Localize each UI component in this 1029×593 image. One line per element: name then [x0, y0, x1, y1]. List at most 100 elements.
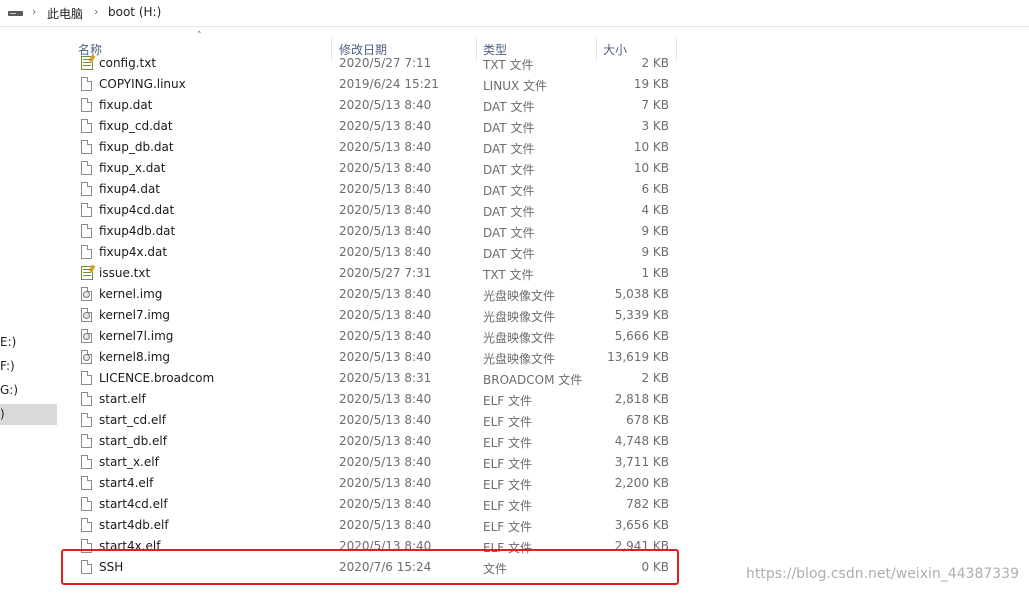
file-row[interactable]: start4.elf 2020/5/13 8:40 ELF 文件 2,200 KB: [76, 473, 678, 494]
file-size: 4 KB: [641, 203, 669, 217]
file-name: fixup4x.dat: [99, 245, 168, 259]
file-row[interactable]: kernel7.img 2020/5/13 8:40 光盘映像文件 5,339 KB: [76, 305, 678, 326]
sort-ascending-icon: ˄: [197, 31, 202, 41]
file-name: issue.txt: [99, 266, 151, 280]
file-icon: [81, 77, 93, 92]
file-row[interactable]: config.txt 2020/5/27 7:11 TXT 文件 2 KB: [76, 53, 678, 74]
breadcrumb-boot-drive[interactable]: boot (H:): [108, 5, 161, 19]
chevron-right-icon[interactable]: ›: [94, 5, 98, 18]
file-modified: 2020/5/13 8:40: [339, 413, 432, 427]
file-modified: 2020/5/27 7:11: [339, 56, 432, 70]
file-size: 5,038 KB: [614, 287, 669, 301]
file-row[interactable]: fixup_cd.dat 2020/5/13 8:40 DAT 文件 3 KB: [76, 116, 678, 137]
file-icon: [81, 434, 93, 449]
file-name: config.txt: [99, 56, 157, 70]
file-modified: 2020/5/27 7:31: [339, 266, 432, 280]
file-row[interactable]: fixup4.dat 2020/5/13 8:40 DAT 文件 6 KB: [76, 179, 678, 200]
file-modified: 2020/5/13 8:40: [339, 287, 432, 301]
nav-item-drive-e[interactable]: E:): [0, 332, 57, 353]
disc-image-icon: [81, 350, 93, 365]
file-type: ELF 文件: [483, 499, 532, 513]
disc-image-icon: [81, 287, 93, 302]
file-row[interactable]: start_x.elf 2020/5/13 8:40 ELF 文件 3,711 KB: [76, 452, 678, 473]
file-icon: [81, 161, 93, 176]
file-type: LINUX 文件: [483, 79, 548, 93]
file-type: ELF 文件: [483, 394, 532, 408]
file-name: kernel.img: [99, 287, 163, 301]
file-icon: [81, 518, 93, 533]
file-size: 3 KB: [641, 119, 669, 133]
file-row[interactable]: kernel7l.img 2020/5/13 8:40 光盘映像文件 5,666 KB: [76, 326, 678, 347]
file-size: 19 KB: [633, 77, 669, 91]
file-name: LICENCE.broadcom: [99, 371, 215, 385]
file-size: 3,656 KB: [614, 518, 669, 532]
file-size: 2 KB: [641, 56, 669, 70]
file-row[interactable]: start.elf 2020/5/13 8:40 ELF 文件 2,818 KB: [76, 389, 678, 410]
file-modified: 2020/5/13 8:40: [339, 224, 432, 238]
file-row[interactable]: start4cd.elf 2020/5/13 8:40 ELF 文件 782 KB: [76, 494, 678, 515]
file-modified: 2020/5/13 8:40: [339, 119, 432, 133]
file-name: COPYING.linux: [99, 77, 186, 91]
file-type: ELF 文件: [483, 520, 532, 534]
file-size: 678 KB: [626, 413, 669, 427]
file-row[interactable]: COPYING.linux 2019/6/24 15:21 LINUX 文件 19 K…: [76, 74, 678, 95]
file-name: fixup.dat: [99, 98, 153, 112]
breadcrumb-this-pc[interactable]: 此电脑: [47, 5, 83, 22]
file-size: 10 KB: [633, 161, 669, 175]
file-row[interactable]: fixup_db.dat 2020/5/13 8:40 DAT 文件 10 KB: [76, 137, 678, 158]
nav-item-drive-h[interactable]: ): [0, 404, 57, 425]
file-icon: [81, 392, 93, 407]
file-modified: 2020/5/13 8:40: [339, 497, 432, 511]
file-row[interactable]: fixup_x.dat 2020/5/13 8:40 DAT 文件 10 KB: [76, 158, 678, 179]
nav-item-drive-f[interactable]: F:): [0, 356, 57, 377]
file-type: ELF 文件: [483, 436, 532, 450]
file-name: fixup4cd.dat: [99, 203, 175, 217]
file-row[interactable]: fixup.dat 2020/5/13 8:40 DAT 文件 7 KB: [76, 95, 678, 116]
file-row[interactable]: start4db.elf 2020/5/13 8:40 ELF 文件 3,656 KB: [76, 515, 678, 536]
text-file-icon: [81, 264, 96, 281]
file-size: 4,748 KB: [614, 434, 669, 448]
file-row[interactable]: fixup4db.dat 2020/5/13 8:40 DAT 文件 9 KB: [76, 221, 678, 242]
file-size: 7 KB: [641, 98, 669, 112]
file-size: 2,200 KB: [614, 476, 669, 490]
file-type: 光盘映像文件: [483, 331, 556, 345]
file-name: start_cd.elf: [99, 413, 166, 427]
text-file-icon: [81, 54, 96, 71]
file-icon: [81, 497, 93, 512]
file-row[interactable]: fixup4cd.dat 2020/5/13 8:40 DAT 文件 4 KB: [76, 200, 678, 221]
file-name: start_db.elf: [99, 434, 167, 448]
file-row[interactable]: start_cd.elf 2020/5/13 8:40 ELF 文件 678 KB: [76, 410, 678, 431]
file-type: DAT 文件: [483, 247, 535, 261]
file-row[interactable]: LICENCE.broadcom 2020/5/13 8:31 BROADCOM 文…: [76, 368, 678, 389]
file-size: 2 KB: [641, 371, 669, 385]
file-name: fixup4.dat: [99, 182, 161, 196]
file-modified: 2020/5/13 8:40: [339, 245, 432, 259]
address-bar[interactable]: › 此电脑 › boot (H:): [0, 0, 1029, 27]
file-name: fixup_x.dat: [99, 161, 166, 175]
file-type: BROADCOM 文件: [483, 373, 583, 387]
file-type: DAT 文件: [483, 205, 535, 219]
file-modified: 2019/6/24 15:21: [339, 77, 439, 91]
chevron-right-icon[interactable]: ›: [32, 5, 36, 18]
file-icon: [81, 119, 93, 134]
nav-item-label: G:): [0, 383, 19, 397]
file-size: 5,666 KB: [614, 329, 669, 343]
file-modified: 2020/5/13 8:40: [339, 140, 432, 154]
file-modified: 2020/5/13 8:40: [339, 476, 432, 490]
file-row[interactable]: start_db.elf 2020/5/13 8:40 ELF 文件 4,748 KB: [76, 431, 678, 452]
disc-image-icon: [81, 329, 93, 344]
file-type: ELF 文件: [483, 415, 532, 429]
file-name: start_x.elf: [99, 455, 159, 469]
nav-item-label: F:): [0, 359, 15, 373]
file-name: fixup4db.dat: [99, 224, 176, 238]
file-row[interactable]: kernel8.img 2020/5/13 8:40 光盘映像文件 13,619 KB: [76, 347, 678, 368]
drive-icon: [8, 9, 24, 17]
file-row[interactable]: fixup4x.dat 2020/5/13 8:40 DAT 文件 9 KB: [76, 242, 678, 263]
file-row[interactable]: issue.txt 2020/5/27 7:31 TXT 文件 1 KB: [76, 263, 678, 284]
file-type: TXT 文件: [483, 268, 534, 282]
nav-item-drive-g[interactable]: G:): [0, 380, 57, 401]
file-type: DAT 文件: [483, 142, 535, 156]
file-size: 5,339 KB: [614, 308, 669, 322]
file-row[interactable]: kernel.img 2020/5/13 8:40 光盘映像文件 5,038 KB: [76, 284, 678, 305]
navigation-pane: E:) F:) G:) ): [0, 27, 57, 593]
